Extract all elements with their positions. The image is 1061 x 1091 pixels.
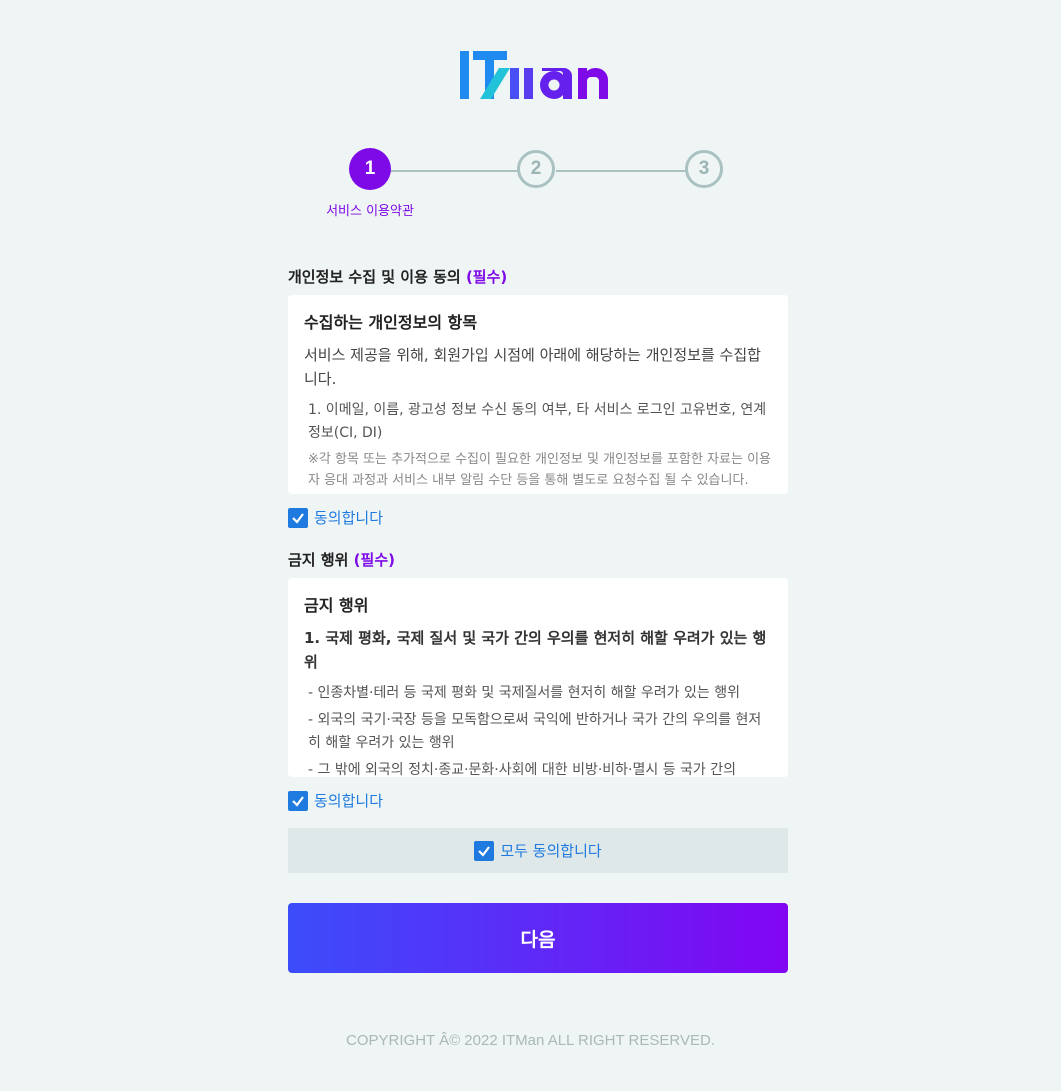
privacy-terms-box[interactable]: 수집하는 개인정보의 항목 서비스 제공을 위해, 회원가입 시점에 아래에 해…: [288, 295, 788, 494]
signup-stepper: 1 2 3 서비스 이용약관: [300, 148, 760, 228]
prohibited-terms-box[interactable]: 금지 행위 1. 국제 평화, 국제 질서 및 국가 간의 우의를 현저히 해할…: [288, 578, 788, 777]
prohibited-item-1: - 인종차별·테러 등 국제 평화 및 국제질서를 현저히 해할 우려가 있는 …: [308, 685, 740, 701]
prohibited-box-heading: 금지 행위: [304, 596, 369, 615]
copyright-text: COPYRIGHT Â© 2022 ITMan ALL RIGHT RESERV…: [346, 1032, 715, 1049]
prohibited-item-3: - 그 밖에 외국의 정치·종교·문화·사회에 대한 비방·비하·멸시 등 국가…: [308, 762, 736, 777]
checkbox-checked-icon[interactable]: [288, 507, 308, 528]
checkbox-checked-icon[interactable]: [474, 840, 495, 861]
checkbox-checked-icon[interactable]: [288, 790, 308, 811]
privacy-section-title: 개인정보 수집 및 이용 동의 (필수): [288, 266, 507, 287]
prohibited-agree-checkbox[interactable]: 동의합니다: [288, 790, 383, 811]
privacy-agree-label: 동의합니다: [314, 509, 384, 527]
privacy-required-badge: (필수): [465, 268, 508, 286]
prohibited-item-2: - 외국의 국기·국장 등을 모독함으로써 국익에 반하거나 국가 간의 우의를…: [308, 712, 762, 751]
agree-all-label: 모두 동의합니다: [500, 842, 602, 860]
prohibited-lead-text: 1. 국제 평화, 국제 질서 및 국가 간의 우의를 현저히 해할 우려가 있…: [304, 629, 767, 671]
step-connector-1-2: [390, 170, 520, 172]
prohibited-title-text: 금지 행위: [288, 551, 349, 569]
privacy-item-1: 1. 이메일, 이름, 광고성 정보 수신 동의 여부, 타 서비스 로그인 고…: [308, 402, 767, 441]
privacy-lead-text: 서비스 제공을 위해, 회원가입 시점에 아래에 해당하는 개인정보를 수집합니…: [304, 346, 761, 388]
step-1-label: 서비스 이용약관: [326, 204, 414, 219]
step-connector-2-3: [556, 170, 688, 172]
agree-all-checkbox[interactable]: 모두 동의합니다: [288, 828, 788, 873]
step-3-circle: 3: [685, 150, 723, 188]
prohibited-required-badge: (필수): [353, 551, 395, 569]
privacy-agree-checkbox[interactable]: 동의합니다: [288, 507, 383, 528]
itman-logo: [458, 48, 618, 104]
step-1-circle: 1: [349, 148, 391, 190]
step-2-circle: 2: [517, 150, 555, 188]
privacy-title-text: 개인정보 수집 및 이용 동의: [288, 268, 461, 286]
privacy-box-heading: 수집하는 개인정보의 항목: [304, 313, 478, 332]
privacy-note: ※각 항목 또는 추가적으로 수집이 필요한 개인정보 및 개인정보를 포함한 …: [308, 452, 771, 488]
prohibited-agree-label: 동의합니다: [314, 792, 384, 810]
prohibited-section-title: 금지 행위 (필수): [288, 549, 395, 570]
next-button[interactable]: 다음: [288, 903, 788, 973]
